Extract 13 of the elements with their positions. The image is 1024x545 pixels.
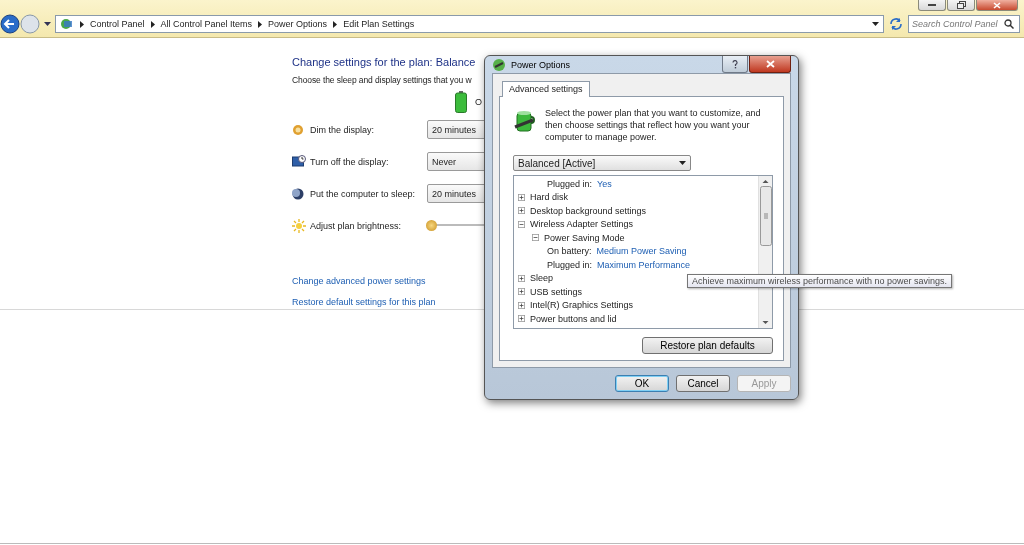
column-header: O bbox=[475, 97, 482, 107]
setting-label: Plugged in: bbox=[547, 259, 593, 270]
setting-label: Turn off the display: bbox=[310, 156, 390, 167]
setting-label: Adjust plan brightness: bbox=[310, 220, 403, 231]
page-title: Change settings for the plan: Balance bbox=[292, 56, 476, 68]
dialog-title: Power Options bbox=[511, 59, 571, 70]
setting-label: Put the computer to sleep: bbox=[310, 188, 417, 199]
setting-label: Plugged in: bbox=[547, 178, 593, 189]
dialog-instructions: Select the power plan that you want to customize, and then choose settings that reflect how you want your computer to manage power. bbox=[545, 107, 762, 143]
setting-label: On battery: bbox=[547, 246, 592, 257]
tooltip: Achieve maximum wireless performance with no power savings. bbox=[687, 274, 953, 288]
page-subtitle: Choose the sleep and display settings that you w bbox=[292, 75, 472, 85]
setting-label: Dim the display: bbox=[310, 124, 376, 135]
